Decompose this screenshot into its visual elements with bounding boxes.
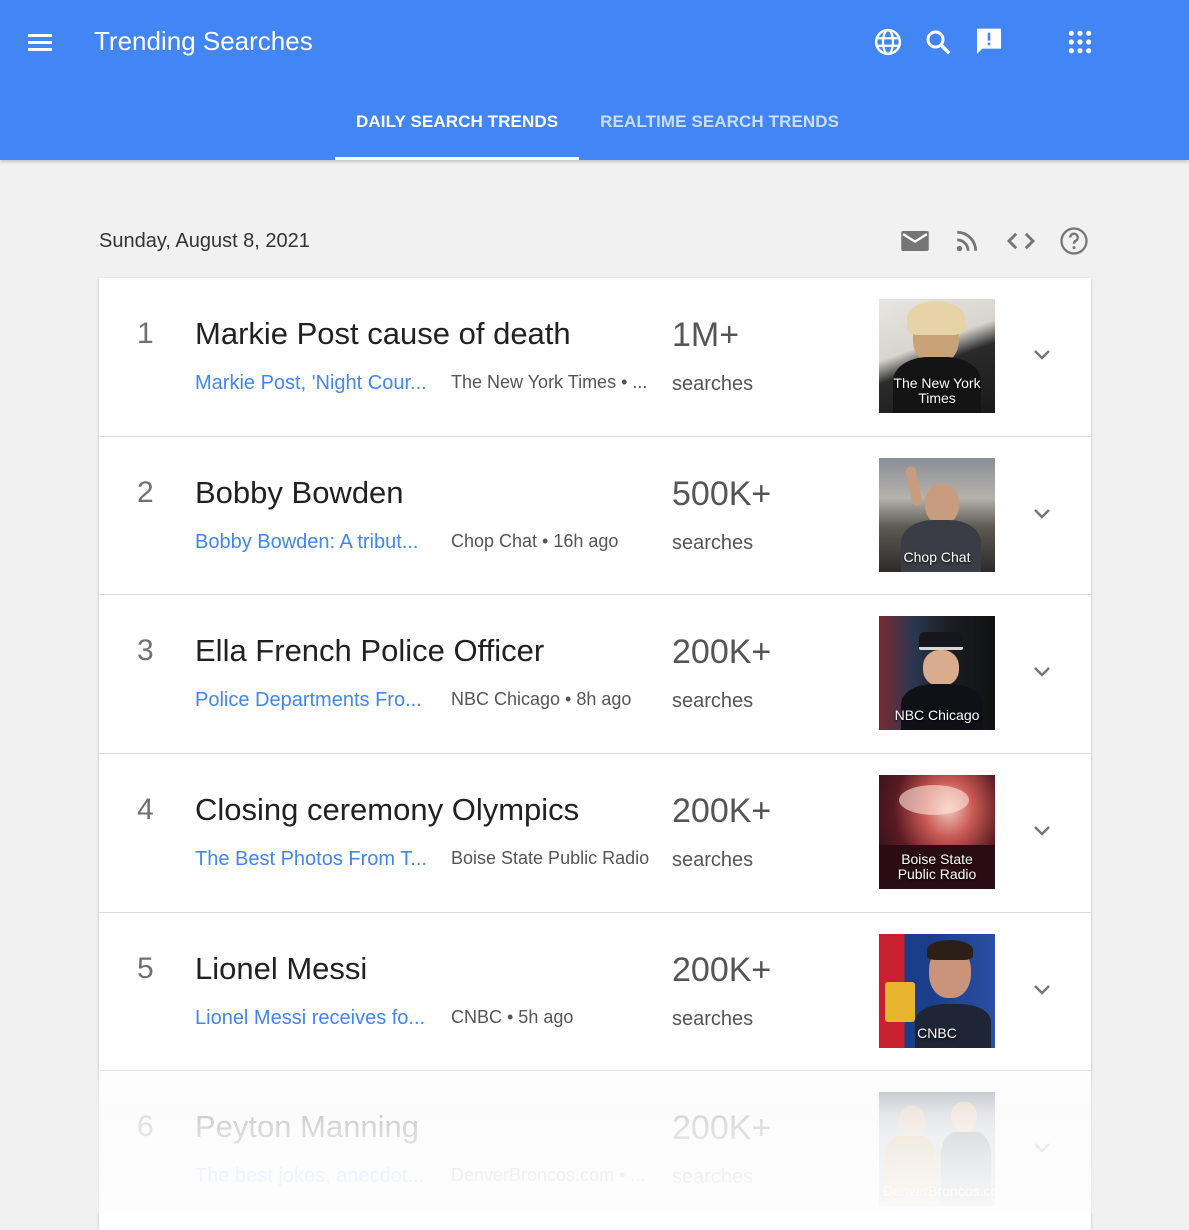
trend-source: Boise State Public Radio	[451, 848, 650, 869]
thumbnail-caption: CNBC	[917, 1024, 957, 1041]
trend-rank: 2	[137, 475, 154, 509]
tab-realtime-search-trends[interactable]: REALTIME SEARCH TRENDS	[579, 98, 860, 160]
trend-article-link[interactable]: Police Departments Fro...	[195, 689, 422, 712]
trend-count-label: searches	[672, 849, 754, 872]
trend-title[interactable]: Closing ceremony Olympics	[195, 792, 579, 828]
rss-icon[interactable]	[951, 226, 983, 256]
crest-shape	[885, 981, 915, 1022]
trend-search-count: 1M+	[672, 316, 740, 354]
trend-row[interactable]: 5 Lionel Messi Lionel Messi receives fo.…	[99, 913, 1091, 1072]
trend-search-count: 200K+	[672, 633, 772, 672]
trend-title[interactable]: Markie Post cause of death	[195, 316, 571, 352]
trend-rank: 3	[137, 634, 154, 668]
apps-grid-icon[interactable]	[1063, 24, 1097, 60]
app-bar: Trending Searches DAILY SEARCH TRENDS RE…	[0, 0, 1189, 160]
trending-list: 1 Markie Post cause of death Markie Post…	[99, 278, 1091, 1230]
chevron-down-icon[interactable]	[1029, 659, 1055, 685]
chevron-down-icon[interactable]	[1029, 342, 1055, 368]
date-toolbar: Sunday, August 8, 2021	[99, 226, 1091, 258]
trend-thumbnail[interactable]: CNBC	[879, 933, 995, 1048]
trend-article-link[interactable]: Lionel Messi receives fo...	[195, 1007, 425, 1030]
firework-shape	[899, 785, 969, 816]
chevron-down-icon[interactable]	[1029, 1135, 1055, 1161]
thumbnail-caption: DenverBroncos.com	[883, 1183, 995, 1200]
trend-title[interactable]: Ella French Police Officer	[195, 633, 544, 669]
trend-count-label: searches	[672, 690, 754, 713]
trend-thumbnail[interactable]: NBC Chicago	[879, 616, 995, 731]
trend-source: DenverBroncos.com • ...	[451, 1165, 646, 1186]
trend-row[interactable]: 3 Ella French Police Officer Police Depa…	[99, 595, 1091, 755]
trend-title[interactable]: Lionel Messi	[195, 951, 367, 987]
thumbnail-caption: Chop Chat	[903, 548, 971, 565]
chevron-down-icon[interactable]	[1029, 501, 1055, 527]
help-icon[interactable]	[1058, 226, 1090, 256]
trend-rank: 1	[137, 317, 154, 350]
search-icon[interactable]	[921, 24, 955, 60]
portrait-shape	[899, 1106, 925, 1137]
hair-shape	[927, 939, 973, 960]
chevron-down-icon[interactable]	[1029, 818, 1055, 844]
trend-thumbnail[interactable]: DenverBroncos.com	[879, 1092, 995, 1207]
trend-thumbnail[interactable]: Boise State Public Radio	[879, 775, 995, 890]
trend-count-label: searches	[672, 373, 754, 395]
feedback-icon[interactable]	[972, 24, 1006, 60]
trend-article-link[interactable]: Markie Post, 'Night Cour...	[195, 372, 427, 395]
thumbnail-caption: Boise State Public Radio	[897, 851, 977, 883]
trend-row[interactable]: 6 Peyton Manning The best jokes, anecdot…	[99, 1071, 1091, 1230]
trend-count-label: searches	[672, 1166, 754, 1189]
trend-rank: 6	[137, 1110, 154, 1144]
email-icon[interactable]	[899, 226, 931, 256]
app-title: Trending Searches	[94, 26, 313, 56]
trend-article-link[interactable]: The best jokes, anecdot...	[195, 1165, 424, 1188]
trend-count-label: searches	[672, 531, 754, 554]
trend-title[interactable]: Bobby Bowden	[195, 475, 404, 511]
trend-article-link[interactable]: The Best Photos From T...	[195, 848, 427, 871]
portrait-shape	[925, 483, 959, 524]
embed-code-icon[interactable]	[1005, 226, 1037, 256]
hair-shape	[907, 301, 965, 335]
trend-search-count: 200K+	[672, 792, 772, 831]
cap-shape	[919, 632, 963, 651]
arm-shape	[904, 465, 924, 507]
portrait-shape	[923, 650, 959, 687]
date-label: Sunday, August 8, 2021	[99, 230, 310, 252]
trend-article-link[interactable]: Bobby Bowden: A tribut...	[195, 531, 418, 554]
trend-source: Chop Chat • 16h ago	[451, 530, 619, 551]
trend-rank: 5	[137, 951, 154, 985]
trend-source: CNBC • 5h ago	[451, 1006, 574, 1027]
portrait-shape-2	[951, 1102, 977, 1133]
globe-icon[interactable]	[871, 24, 905, 60]
trend-row[interactable]: 1 Markie Post cause of death Markie Post…	[99, 278, 1091, 437]
trend-thumbnail[interactable]: The New York Times	[879, 299, 995, 413]
trend-source: The New York Times • ...	[451, 372, 648, 392]
thumbnail-caption: NBC Chicago	[894, 707, 980, 724]
trend-tabs: DAILY SEARCH TRENDS REALTIME SEARCH TREN…	[335, 98, 860, 160]
tab-daily-search-trends[interactable]: DAILY SEARCH TRENDS	[335, 98, 580, 160]
trend-row[interactable]: 4 Closing ceremony Olympics The Best Pho…	[99, 754, 1091, 913]
trend-row[interactable]: 2 Bobby Bowden Bobby Bowden: A tribut...…	[99, 437, 1091, 596]
trend-search-count: 500K+	[672, 474, 772, 513]
trend-title[interactable]: Peyton Manning	[195, 1109, 419, 1145]
trend-search-count: 200K+	[672, 1109, 772, 1148]
trend-rank: 4	[137, 793, 154, 827]
trend-search-count: 200K+	[672, 950, 772, 989]
trend-source: NBC Chicago • 8h ago	[451, 689, 632, 710]
thumbnail-caption: The New York Times	[893, 375, 981, 406]
chevron-down-icon[interactable]	[1029, 977, 1055, 1003]
trend-count-label: searches	[672, 1007, 754, 1030]
menu-icon[interactable]	[22, 26, 58, 58]
trend-thumbnail[interactable]: Chop Chat	[879, 457, 995, 572]
